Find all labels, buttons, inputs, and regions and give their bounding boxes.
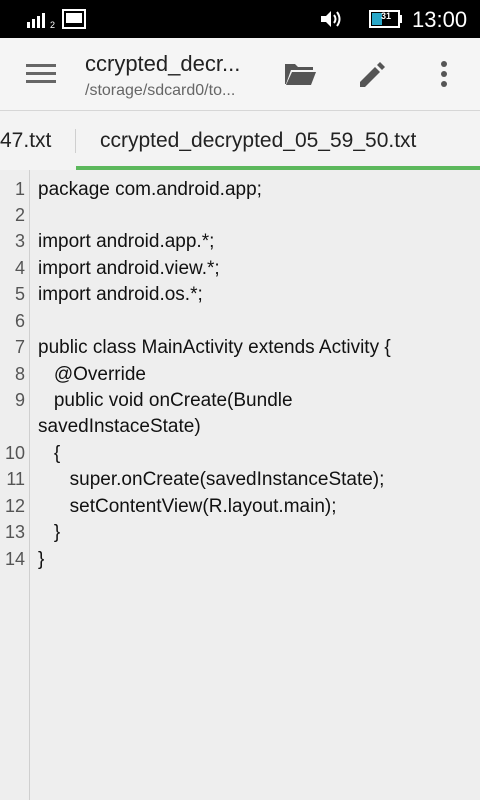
tab-active-file[interactable]: ccrypted_decrypted_05_59_50.txt bbox=[100, 129, 416, 153]
line-number: 5 bbox=[14, 284, 25, 304]
pencil-icon[interactable] bbox=[356, 58, 388, 90]
clock: 13:00 bbox=[412, 7, 468, 32]
code-line: import android.view.*; bbox=[38, 258, 220, 279]
line-number: 8 bbox=[14, 364, 25, 384]
code-line: import android.app.*; bbox=[38, 231, 215, 252]
code-line: package com.android.app; bbox=[38, 179, 262, 200]
status-bar: 2 31 13:00 bbox=[0, 0, 480, 38]
line-number: 3 bbox=[14, 231, 25, 251]
code-line: savedInstaceState) bbox=[38, 416, 201, 437]
line-number: 11 bbox=[6, 469, 25, 489]
code-line: @Override bbox=[38, 364, 146, 385]
file-tabs: 47.txt ccrypted_decrypted_05_59_50.txt bbox=[0, 111, 480, 170]
line-number: 10 bbox=[4, 443, 25, 463]
code-line: { bbox=[38, 443, 61, 464]
code-editor[interactable]: 1 2 3 4 5 6 7 8 9 10 11 12 13 14 package… bbox=[0, 170, 480, 800]
code-line: } bbox=[38, 522, 61, 543]
screenshot-icon bbox=[62, 9, 86, 29]
app-toolbar: ccrypted_decr... /storage/sdcard0/to... bbox=[0, 38, 480, 111]
signal-strength-icon bbox=[27, 13, 45, 28]
line-number: 13 bbox=[4, 522, 25, 542]
line-number: 14 bbox=[4, 549, 25, 569]
code-line: } bbox=[38, 549, 45, 570]
file-title: ccrypted_decr... bbox=[85, 51, 241, 76]
line-number: 4 bbox=[14, 258, 25, 278]
code-line: public class MainActivity extends Activi… bbox=[38, 337, 391, 358]
hamburger-menu-icon[interactable] bbox=[26, 62, 58, 86]
line-number: 6 bbox=[14, 311, 25, 331]
line-number: 1 bbox=[14, 179, 25, 199]
code-line: super.onCreate(savedInstanceState); bbox=[38, 469, 385, 490]
line-number: 9 bbox=[14, 390, 25, 410]
line-number: 7 bbox=[14, 337, 25, 357]
code-line: import android.os.*; bbox=[38, 284, 203, 305]
tab-divider bbox=[75, 129, 76, 153]
gutter-divider bbox=[29, 170, 30, 800]
battery-level: 31 bbox=[381, 11, 392, 21]
tab-previous-file[interactable]: 47.txt bbox=[0, 129, 51, 153]
volume-icon bbox=[321, 11, 341, 27]
file-path: /storage/sdcard0/to... bbox=[85, 82, 236, 99]
signal-label: 2 bbox=[50, 20, 56, 30]
more-vert-icon[interactable] bbox=[432, 58, 456, 90]
folder-open-icon[interactable] bbox=[283, 58, 317, 88]
line-number: 2 bbox=[14, 205, 25, 225]
line-number: 12 bbox=[4, 496, 25, 516]
code-line: public void onCreate(Bundle bbox=[38, 390, 293, 411]
code-line: setContentView(R.layout.main); bbox=[38, 496, 337, 517]
